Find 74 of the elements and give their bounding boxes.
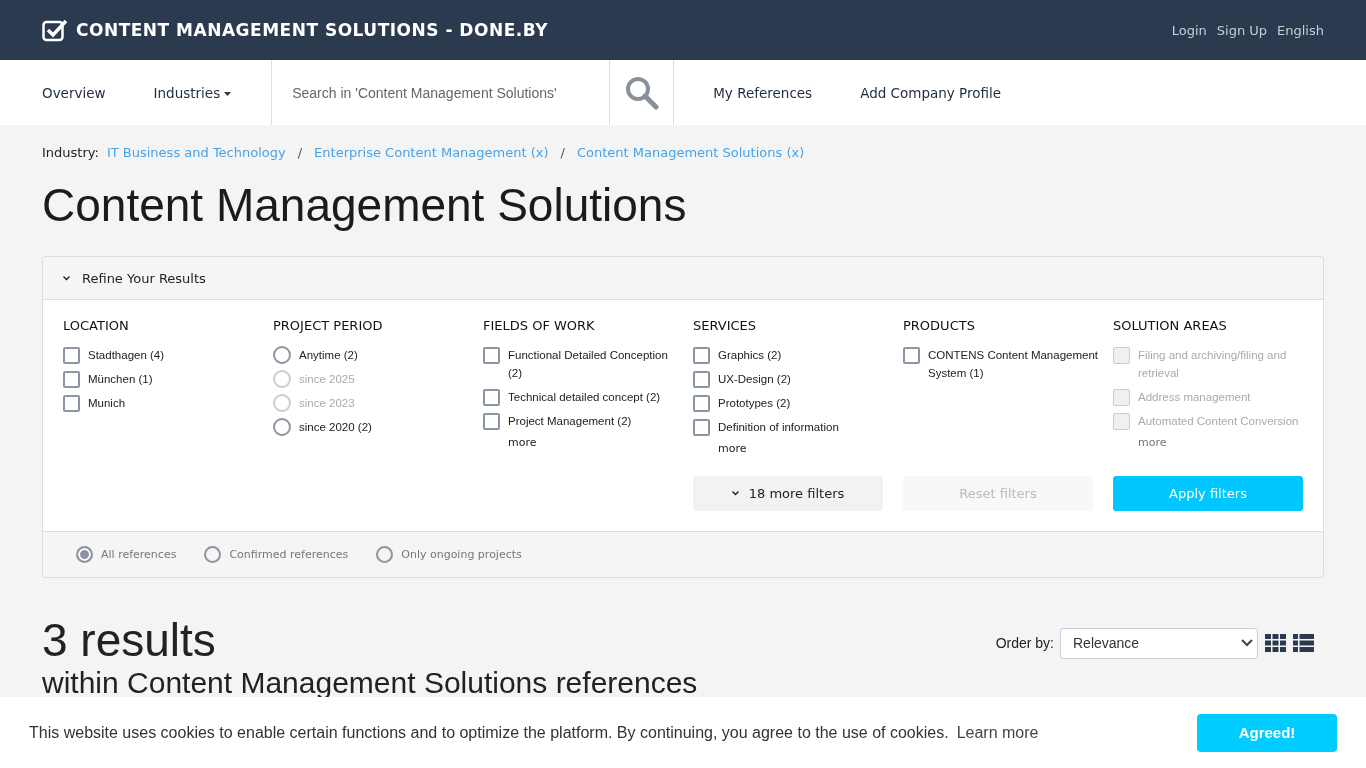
results-subtitle: within Content Management Solutions references [42, 666, 698, 700]
filter-option-label: Definition of information [718, 420, 840, 435]
more-link[interactable]: more [1138, 436, 1323, 449]
filter-option-label: München (1) [88, 372, 154, 387]
filter-option-label: since 2020 (2) [299, 420, 373, 435]
checkbox[interactable] [693, 395, 710, 412]
radio-button[interactable] [273, 418, 291, 436]
learn-more-link[interactable]: Learn more [956, 723, 1039, 742]
checkbox[interactable] [63, 395, 80, 412]
site-title: CONTENT MANAGEMENT SOLUTIONS - DONE.BY [76, 20, 549, 40]
scope-option-label: Only ongoing projects [401, 548, 522, 561]
filter-option-label: Filing and archiving/filing and retrieval [1138, 348, 1288, 381]
checkbox[interactable] [63, 371, 80, 388]
radio-button[interactable] [76, 546, 93, 563]
page-title: Content Management Solutions [42, 178, 688, 232]
header-link[interactable]: Sign Up [1216, 22, 1268, 38]
checkbox[interactable] [483, 389, 500, 406]
checkbox[interactable] [483, 347, 500, 364]
header-link[interactable]: English [1277, 22, 1324, 38]
radio-button[interactable] [376, 546, 394, 563]
nav-link[interactable]: My References [713, 60, 861, 125]
checkbox[interactable] [903, 347, 920, 364]
list-view-icon[interactable] [1293, 634, 1314, 652]
filter-option-label: Functional Detailed Conception (2) [508, 348, 669, 381]
chevron-icon [731, 491, 739, 496]
filter-option-label: Automated Content Conversion [1138, 414, 1300, 429]
results-count: 3 results [42, 614, 217, 666]
breadcrumb-separator: / [560, 144, 565, 160]
caret-icon [224, 91, 232, 96]
grid-view-icon[interactable] [1265, 634, 1286, 652]
cookie-text: This website uses cookies to enable certain functions and to optimize the platform. By continuing, you agree to the use of cookies. [29, 723, 949, 742]
more-link[interactable]: more [718, 442, 903, 455]
checkbox[interactable] [483, 413, 500, 430]
nav-link[interactable]: Add Company Profile [860, 60, 1050, 125]
search-icon [624, 75, 659, 110]
checkbox[interactable] [63, 347, 80, 364]
filter-option-label: CONTENS Content Management System (1) [928, 348, 1100, 381]
filter-option-label: Stadthagen (4) [88, 348, 166, 363]
filter-option-label: Munich [88, 396, 127, 411]
filter-option-label: Anytime (2) [299, 348, 359, 363]
filter-option-label: since 2025 [299, 372, 356, 387]
radio-button[interactable] [204, 546, 222, 563]
order-label: Order by: [995, 635, 1054, 651]
filter-option-label: UX-Design (2) [718, 372, 792, 387]
filter-option-label: Prototypes (2) [718, 396, 792, 411]
caret-icon [1241, 639, 1253, 647]
filter-heading: FIELDS OF WORK [483, 318, 596, 333]
filter-heading: LOCATION [63, 318, 130, 333]
breadcrumb-label: Industry: [42, 144, 99, 160]
checkbox[interactable] [693, 371, 710, 388]
header-link[interactable]: Login [1171, 22, 1207, 38]
radio-button[interactable] [273, 346, 291, 364]
breadcrumb-separator: / [297, 144, 303, 160]
scope-option-label: All references [101, 548, 177, 561]
nav-dropdown[interactable]: Industries [153, 60, 272, 125]
scope-option-label: Confirmed references [229, 548, 349, 561]
order-select[interactable]: Relevance [1060, 627, 1258, 659]
reset-filters-button: Reset filters [903, 476, 1093, 511]
filter-heading: SERVICES [693, 318, 758, 333]
nav-link[interactable]: Overview [42, 60, 154, 125]
more-filters-button[interactable]: 18 more filters [693, 476, 883, 511]
checkbox-logo-icon [42, 18, 68, 42]
filter-option-label: Project Management (2) [508, 414, 633, 429]
filter-option-label: Graphics (2) [718, 348, 783, 363]
filter-option-label: Technical detailed concept (2) [508, 390, 662, 405]
filter-option-label: since 2023 [299, 396, 356, 411]
checkbox[interactable] [693, 419, 710, 436]
search-field[interactable]: Search in 'Content Management Solutions' [290, 83, 601, 102]
filter-option-label: Address management [1138, 390, 1252, 405]
filter-heading: SOLUTION AREAS [1113, 318, 1228, 333]
filter-heading: PRODUCTS [903, 318, 976, 333]
filter-heading: PROJECT PERIOD [273, 318, 384, 333]
checkbox[interactable] [693, 347, 710, 364]
more-link[interactable]: more [508, 436, 693, 449]
